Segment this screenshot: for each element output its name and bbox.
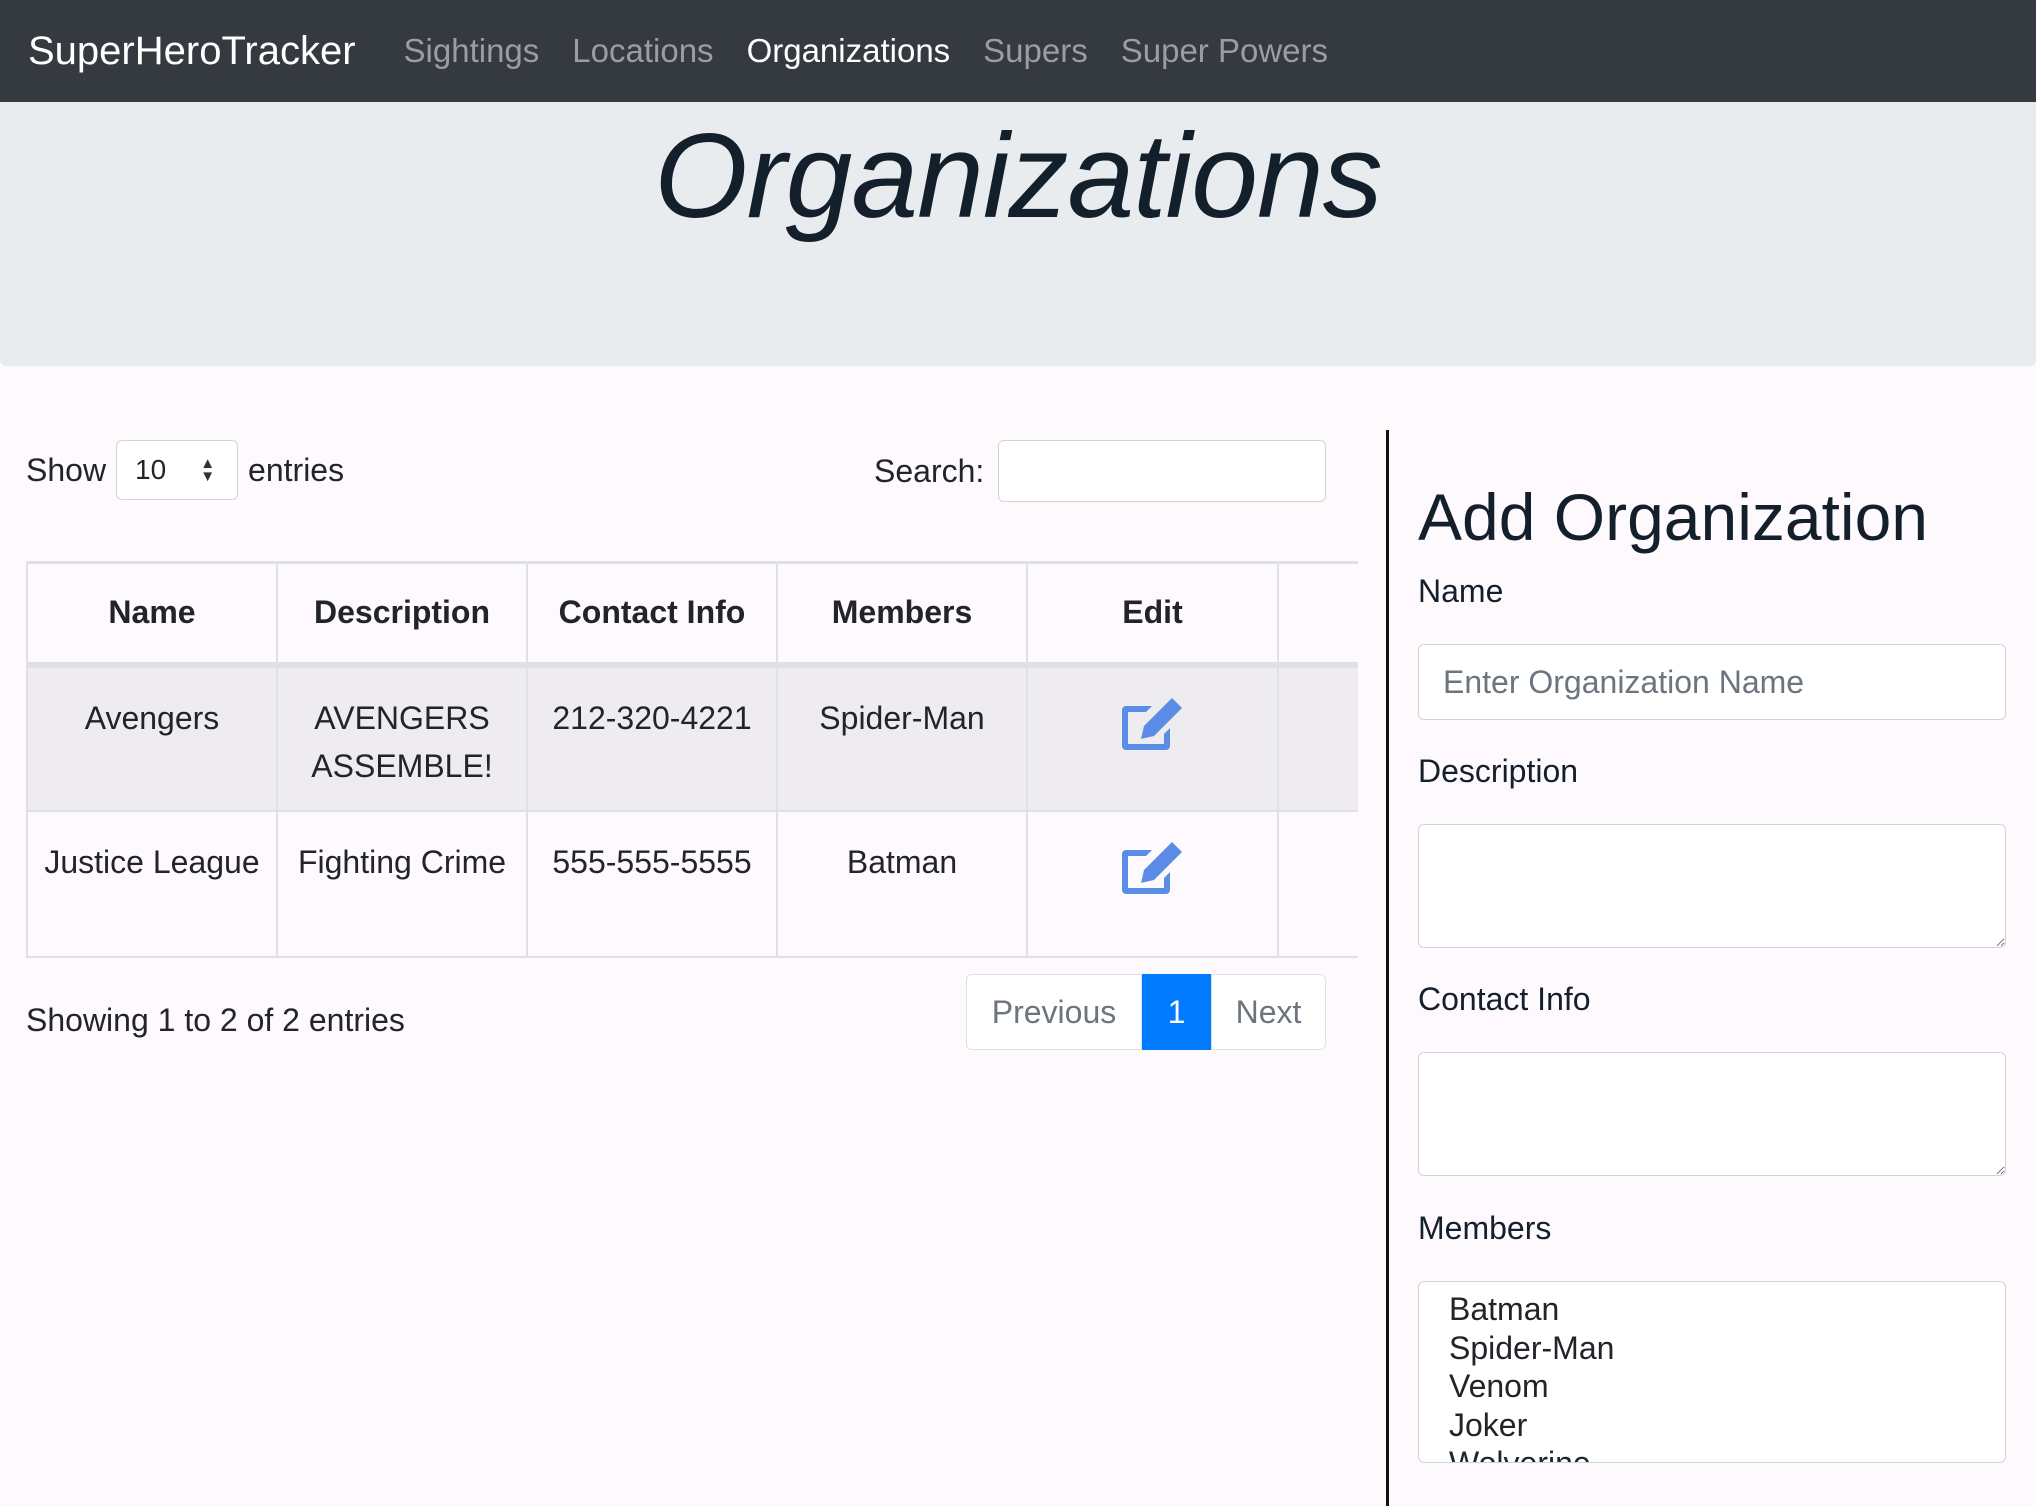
cell-contact: 555-555-5555 [526, 809, 778, 958]
select-arrows-icon: ▲ ▼ [200, 455, 216, 485]
table-info: Showing 1 to 2 of 2 entries [26, 1002, 405, 1038]
previous-page-button[interactable]: Previous [966, 974, 1142, 1050]
cell-blank [1277, 663, 1358, 812]
column-header-contact-info[interactable]: Contact Info [526, 561, 778, 668]
nav-link-organizations[interactable]: Organizations [747, 32, 951, 70]
vertical-divider [1386, 430, 1389, 1506]
member-option-wolverine[interactable]: Wolverine [1449, 1444, 2005, 1462]
search-control: Search: [874, 440, 1327, 502]
nav-link-super-powers[interactable]: Super Powers [1121, 32, 1328, 70]
member-option-batman[interactable]: Batman [1449, 1290, 2005, 1329]
page-length-select[interactable]: 10 ▲ ▼ [116, 440, 239, 500]
column-header-description[interactable]: Description [276, 561, 528, 668]
entries-label: entries [248, 451, 345, 488]
cell-members: Batman [776, 809, 1028, 958]
cell-description: AVENGERS ASSEMBLE! [276, 663, 528, 812]
name-label: Name [1418, 573, 1504, 609]
contact-info-textarea[interactable] [1418, 1052, 2006, 1176]
organizations-table: Name Description Contact Info Members Ed… [26, 561, 1358, 958]
cell-description: Fighting Crime [276, 809, 528, 958]
show-label: Show [26, 451, 107, 488]
nav-link-locations[interactable]: Locations [572, 32, 713, 70]
jumbotron: Organizations [0, 102, 2036, 366]
next-page-button[interactable]: Next [1211, 974, 1326, 1050]
cell-blank [1277, 809, 1358, 958]
cell-contact: 212-320-4221 [526, 663, 778, 812]
members-label: Members [1418, 1210, 1552, 1246]
cell-name: Avengers [26, 663, 278, 812]
page-1-button[interactable]: 1 [1142, 974, 1211, 1050]
name-input[interactable] [1418, 644, 2006, 720]
brand-link[interactable]: SuperHeroTracker [28, 29, 356, 74]
search-label: Search: [874, 452, 985, 489]
column-header-blank [1277, 561, 1358, 668]
members-multiselect[interactable]: Batman Spider-Man Venom Joker Wolverine [1418, 1281, 2006, 1463]
column-header-name[interactable]: Name [26, 561, 278, 668]
column-header-members[interactable]: Members [776, 561, 1028, 668]
member-option-joker[interactable]: Joker [1449, 1406, 2005, 1445]
page-length-control: Show 10 ▲ ▼ entries [26, 440, 344, 500]
edit-icon[interactable] [1118, 838, 1188, 900]
cell-members: Spider-Man [776, 663, 1028, 812]
table-row: Justice League Fighting Crime 555-555-55… [26, 809, 1358, 958]
nav-link-supers[interactable]: Supers [983, 32, 1088, 70]
pagination: Previous 1 Next [966, 974, 1326, 1050]
table-row: Avengers AVENGERS ASSEMBLE! 212-320-4221… [26, 663, 1358, 812]
form-title: Add Organization [1418, 480, 1928, 554]
cell-edit [1026, 663, 1279, 812]
edit-icon[interactable] [1118, 694, 1188, 756]
page-length-value: 10 [135, 454, 167, 485]
page-title: Organizations [654, 109, 1382, 243]
column-header-edit[interactable]: Edit [1026, 561, 1279, 668]
description-textarea[interactable] [1418, 824, 2006, 948]
nav-link-sightings[interactable]: Sightings [404, 32, 540, 70]
navbar: SuperHeroTracker Sightings Locations Org… [0, 0, 2036, 102]
contact-info-label: Contact Info [1418, 981, 1591, 1017]
description-label: Description [1418, 753, 1579, 789]
cell-edit [1026, 809, 1279, 958]
table-header-row: Name Description Contact Info Members Ed… [26, 561, 1358, 668]
member-option-venom[interactable]: Venom [1449, 1367, 2005, 1406]
cell-name: Justice League [26, 809, 278, 958]
search-input[interactable] [998, 440, 1327, 502]
member-option-spider-man[interactable]: Spider-Man [1449, 1329, 2005, 1368]
